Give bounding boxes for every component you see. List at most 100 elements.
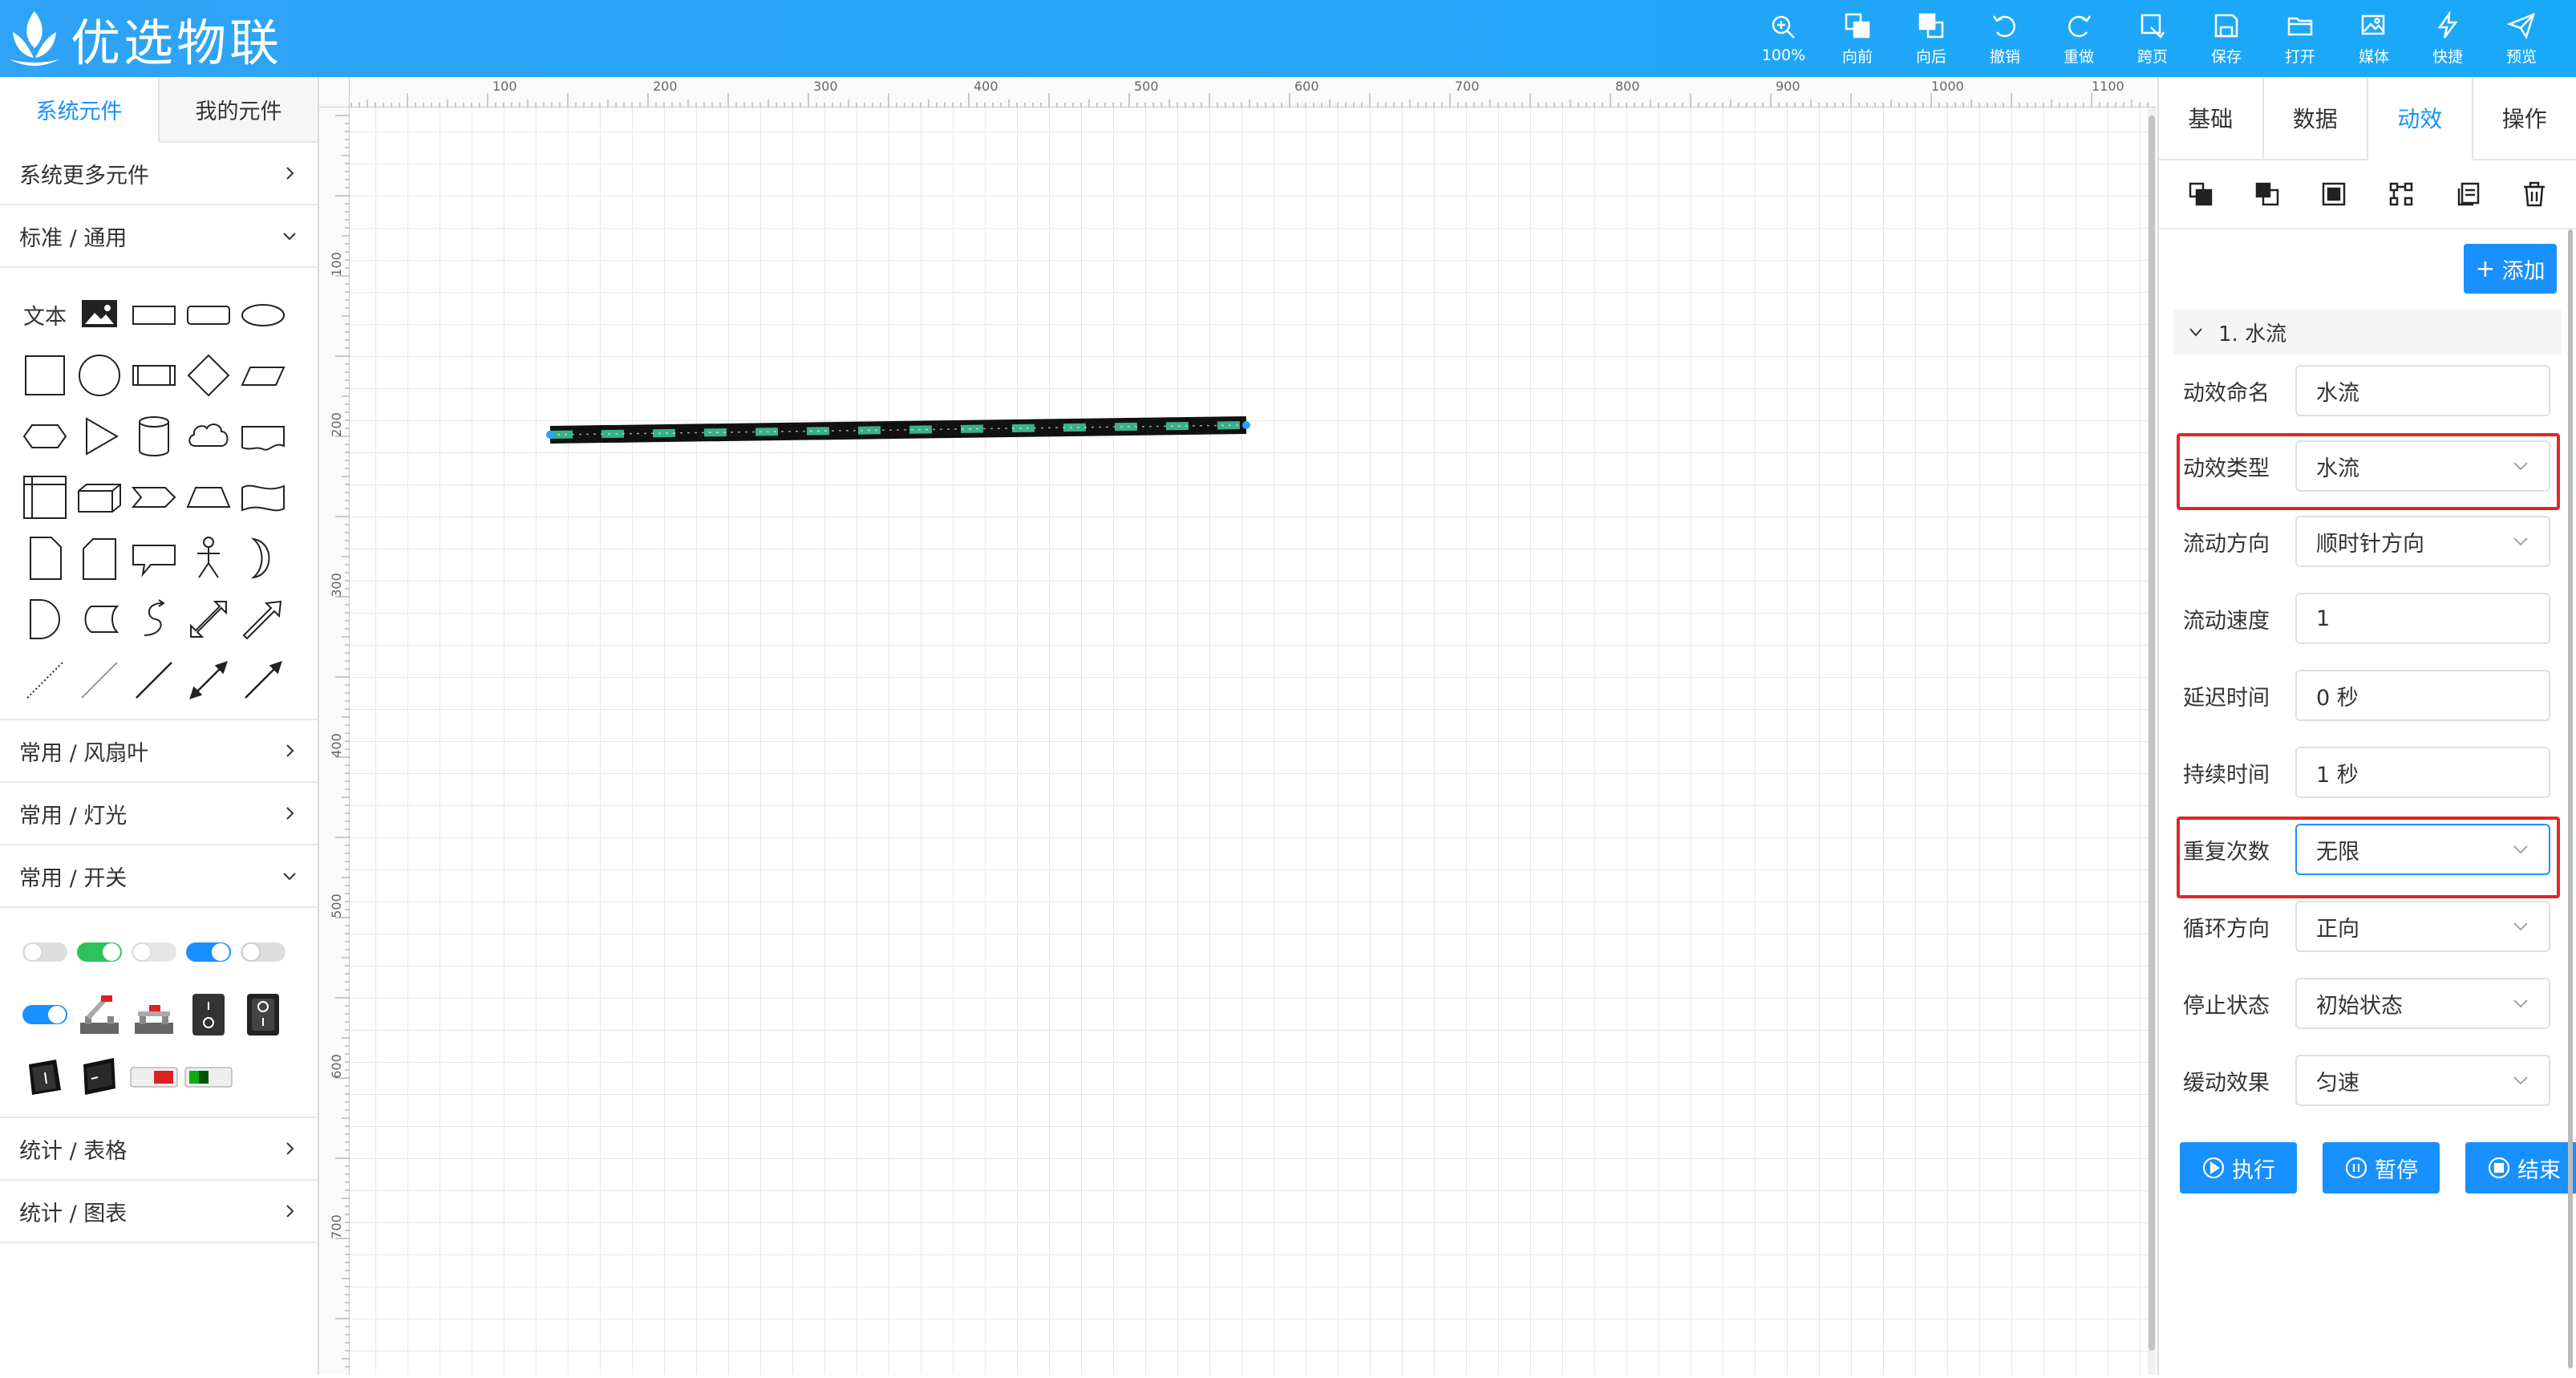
zoom-button[interactable]: 100% [1747,0,1821,77]
button-switch-green[interactable] [181,1050,236,1104]
trash-icon[interactable] [2521,180,2548,208]
flow-direction-select[interactable]: 顺时针方向 [2295,516,2550,567]
panel-switch-1[interactable] [18,1050,72,1104]
arrow-shape[interactable] [236,592,290,646]
cross-page-button[interactable]: 跨页 [2116,0,2189,77]
bring-forward-button[interactable]: 向前 [1821,0,1894,77]
ungroup-icon[interactable] [2388,180,2415,208]
thin-line-shape[interactable] [72,653,127,707]
image-shape[interactable] [72,287,127,342]
group-fan[interactable]: 常用 / 风扇叶 [0,720,318,783]
text-tool[interactable]: 文本 [18,287,72,342]
water-flow-pipe[interactable] [546,421,1250,439]
callout-shape[interactable] [127,531,181,586]
drawing-canvas[interactable] [350,107,2156,1375]
tab-data[interactable]: 数据 [2264,77,2369,159]
bring-forward-icon[interactable] [2187,180,2214,208]
scrollbar-thumb[interactable] [2149,116,2155,1351]
execute-button[interactable]: 执行 [2180,1142,2297,1194]
tab-animation[interactable]: 动效 [2368,77,2473,160]
crescent-shape[interactable] [236,531,290,586]
tape-shape[interactable] [236,470,290,525]
send-backward-icon[interactable] [2254,180,2281,208]
double-arrow-shape[interactable] [181,592,236,646]
cylinder-shape[interactable] [127,409,181,464]
delay-time-input[interactable]: 0 秒 [2295,670,2550,721]
rectangle-shape[interactable] [127,287,181,342]
toggle-on-blue-2[interactable] [18,987,72,1042]
duration-input[interactable]: 1 秒 [2295,747,2550,798]
panel-scrollbar[interactable] [2568,229,2573,1368]
add-animation-button[interactable]: + 添加 [2464,244,2557,294]
group-more-components[interactable]: 系统更多元件 [0,143,318,205]
internal-storage-shape[interactable] [18,470,72,525]
pause-button[interactable]: 暂停 [2323,1142,2440,1194]
group-standard[interactable]: 标准 / 通用 [0,205,318,268]
process-shape[interactable] [127,348,181,403]
copy-icon[interactable] [2454,180,2481,208]
tab-basic[interactable]: 基础 [2159,77,2264,159]
diamond-shape[interactable] [181,348,236,403]
rounded-rectangle-shape[interactable] [181,287,236,342]
bidirectional-line-shape[interactable] [181,653,236,707]
group-icon[interactable] [2320,180,2347,208]
circle-shape[interactable] [72,348,127,403]
redo-button[interactable]: 重做 [2042,0,2116,77]
knife-switch-closed[interactable] [127,987,181,1042]
parallelogram-shape[interactable] [236,348,290,403]
pipe-start-handle[interactable] [546,431,554,439]
flow-speed-input[interactable]: 1 [2295,593,2550,644]
delay-shape[interactable] [18,592,72,646]
toggle-on-green[interactable] [72,925,127,979]
toggle-on-blue[interactable] [181,925,236,979]
rocker-switch-off[interactable] [181,987,236,1042]
actor-shape[interactable] [181,531,236,586]
pipe-end-handle[interactable] [1242,421,1250,429]
send-backward-button[interactable]: 向后 [1894,0,1968,77]
stored-data-shape[interactable] [72,592,127,646]
arrow-line-shape[interactable] [236,653,290,707]
line-shape[interactable] [127,653,181,707]
open-button[interactable]: 打开 [2263,0,2337,77]
card-shape[interactable] [72,531,127,586]
toggle-off-light[interactable] [127,925,181,979]
toggle-off-gray[interactable] [18,925,72,979]
save-button[interactable]: 保存 [2189,0,2263,77]
tab-my-components[interactable]: 我的元件 [160,77,318,141]
stop-button[interactable]: 结束 [2465,1142,2576,1194]
undo-button[interactable]: 撤销 [1968,0,2042,77]
media-button[interactable]: 媒体 [2337,0,2411,77]
document-shape[interactable] [236,409,290,464]
hexagon-shape[interactable] [18,409,72,464]
animation-section-header[interactable]: 1. 水流 [2173,310,2562,355]
animation-name-input[interactable]: 水流 [2295,365,2550,416]
tab-action[interactable]: 操作 [2473,77,2576,159]
cube-shape[interactable] [72,470,127,525]
group-switch[interactable]: 常用 / 开关 [0,845,318,908]
button-switch-red[interactable] [127,1050,181,1104]
stop-state-select[interactable]: 初始状态 [2295,978,2550,1029]
easing-select[interactable]: 匀速 [2295,1055,2550,1106]
tab-system-components[interactable]: 系统元件 [0,77,160,143]
trapezoid-shape[interactable] [181,470,236,525]
knife-switch-open[interactable] [72,987,127,1042]
preview-button[interactable]: 预览 [2485,0,2558,77]
triangle-shape[interactable] [72,409,127,464]
cloud-shape[interactable] [181,409,236,464]
group-table[interactable]: 统计 / 表格 [0,1118,318,1181]
dotted-line-shape[interactable] [18,653,72,707]
canvas-scrollbar[interactable] [2148,107,2156,1375]
field-stop-state: 停止状态 初始状态 [2183,977,2562,1030]
step-shape[interactable] [127,470,181,525]
ellipse-shape[interactable] [236,287,290,342]
loop-direction-select[interactable]: 正向 [2295,901,2550,952]
panel-switch-2[interactable] [72,1050,127,1104]
rocker-switch-on[interactable] [236,987,290,1042]
curve-shape[interactable] [127,592,181,646]
note-shape[interactable] [18,531,72,586]
square-shape[interactable] [18,348,72,403]
toggle-off-small[interactable] [236,925,290,979]
group-chart[interactable]: 统计 / 图表 [0,1181,318,1243]
group-light[interactable]: 常用 / 灯光 [0,783,318,845]
shortcut-button[interactable]: 快捷 [2411,0,2485,77]
